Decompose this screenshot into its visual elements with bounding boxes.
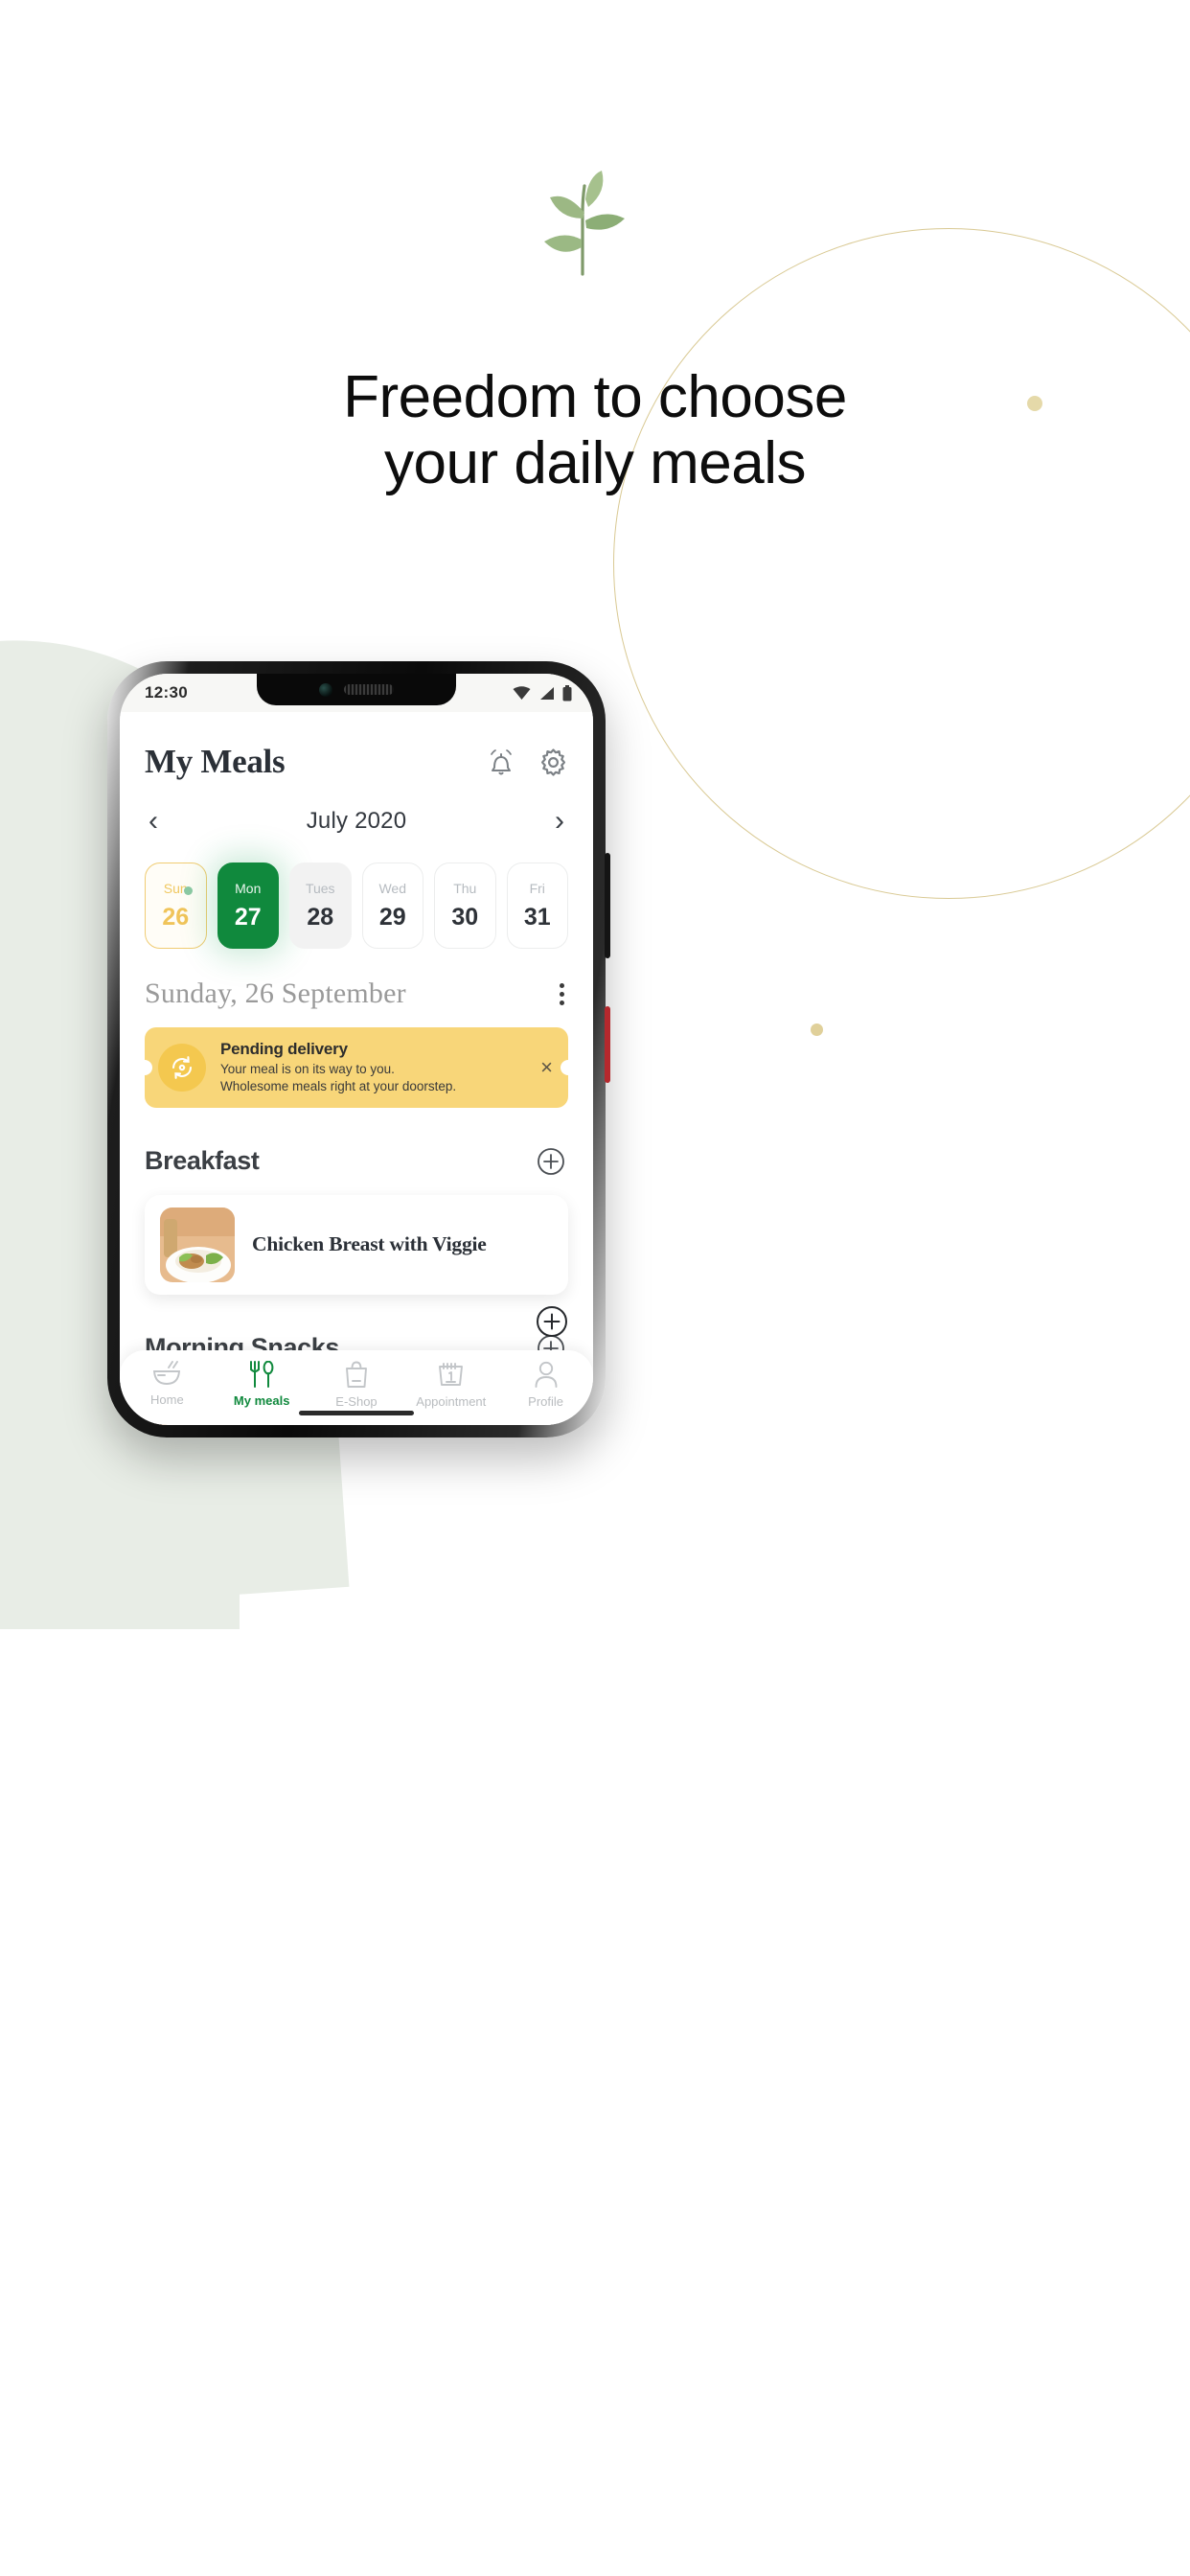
more-vertical-icon[interactable]	[560, 982, 564, 1005]
phone-notch	[257, 674, 456, 705]
day-name: Tues	[305, 880, 335, 896]
section-title: Breakfast	[145, 1146, 260, 1175]
headline-line-1: Freedom to choose	[343, 364, 847, 430]
gear-icon[interactable]	[538, 748, 568, 777]
nav-item-eshop[interactable]: E-Shop	[309, 1361, 404, 1409]
phone-mockup: 12:30 My Meals ‹ July 2020 › Sun 26 Mon …	[107, 661, 610, 1438]
home-indicator	[299, 1411, 414, 1415]
phone-volume-button	[605, 1006, 610, 1083]
nav-item-profile[interactable]: Profile	[498, 1361, 593, 1409]
day-number: 26	[162, 903, 190, 931]
headline-line-2: your daily meals	[384, 430, 806, 497]
app-title: My Meals	[145, 743, 286, 780]
day-name: Mon	[235, 880, 262, 896]
cutlery-icon	[250, 1361, 274, 1388]
earpiece-speaker-icon	[344, 684, 394, 695]
day-name: Sun	[163, 880, 188, 896]
day-number: 29	[378, 903, 406, 931]
nav-item-home[interactable]: Home	[120, 1361, 215, 1407]
day-number: 30	[451, 903, 479, 931]
nav-label: Profile	[528, 1394, 564, 1409]
day-chip-sun[interactable]: Sun 26	[145, 862, 207, 949]
add-meal-fab[interactable]	[536, 1305, 568, 1343]
banner-line-1: Your meal is on its way to you.	[220, 1062, 395, 1077]
meal-card-breakfast[interactable]: Chicken Breast with Viggie	[145, 1195, 568, 1295]
selected-date-row: Sunday, 26 September	[145, 978, 568, 1010]
leaf-sprig-logo	[538, 171, 627, 276]
selected-date-heading: Sunday, 26 September	[145, 978, 406, 1009]
chicken-breast-photo	[160, 1208, 235, 1282]
app-header: My Meals	[145, 743, 568, 781]
banner-text-group: Pending delivery Your meal is on its way…	[220, 1040, 533, 1095]
plus-circle-icon	[537, 1306, 567, 1337]
phone-power-button	[605, 853, 610, 958]
page-title: Freedom to choose your daily meals	[0, 364, 1190, 497]
notification-bell-icon[interactable]	[487, 747, 515, 777]
day-name: Wed	[378, 880, 407, 896]
front-camera-icon	[319, 682, 332, 697]
day-chip-mon[interactable]: Mon 27	[217, 862, 279, 949]
nav-label: E-Shop	[335, 1394, 378, 1409]
decorative-circle	[613, 228, 1190, 899]
meal-name: Chicken Breast with Viggie	[252, 1232, 487, 1256]
status-time: 12:30	[145, 683, 188, 702]
day-number: 28	[307, 903, 334, 931]
day-chip-wed[interactable]: Wed 29	[361, 862, 423, 949]
wifi-icon	[513, 685, 531, 700]
day-chip-fri[interactable]: Fri 31	[506, 862, 568, 949]
nav-item-appointment[interactable]: Appointment	[403, 1361, 498, 1409]
day-selector: Sun 26 Mon 27 Tues 28 Wed 29 Thu 30 Fri …	[145, 862, 568, 949]
prev-month-button[interactable]: ‹	[149, 807, 158, 836]
nav-item-my-meals[interactable]: My meals	[215, 1361, 309, 1408]
app-content: My Meals ‹ July 2020 › Sun 26 Mon 27 Tue…	[120, 712, 593, 1425]
pending-delivery-banner[interactable]: Pending delivery Your meal is on its way…	[145, 1027, 568, 1108]
month-navigation: ‹ July 2020 ›	[145, 807, 568, 836]
shopping-bag-icon	[346, 1361, 367, 1388]
day-number: 27	[234, 903, 262, 931]
nav-label: My meals	[233, 1393, 290, 1408]
signal-icon	[540, 686, 554, 700]
day-name: Fri	[529, 880, 545, 896]
next-month-button[interactable]: ›	[555, 807, 564, 836]
phone-screen: 12:30 My Meals ‹ July 2020 › Sun 26 Mon …	[120, 674, 593, 1425]
nav-label: Home	[150, 1392, 184, 1407]
plus-circle-icon[interactable]	[537, 1147, 565, 1176]
battery-icon	[562, 684, 572, 701]
day-chip-thu[interactable]: Thu 30	[434, 862, 496, 949]
day-name: Thu	[453, 880, 477, 896]
calendar-icon	[439, 1363, 464, 1386]
banner-line-2: Wholesome meals right at your doorstep.	[220, 1079, 457, 1093]
day-chip-tues[interactable]: Tues 28	[289, 862, 352, 949]
close-icon[interactable]: ×	[533, 1055, 553, 1080]
noodle-bowl-icon	[153, 1361, 181, 1385]
person-icon	[535, 1361, 558, 1388]
banner-title: Pending delivery	[220, 1040, 348, 1059]
month-label: July 2020	[306, 808, 407, 834]
header-icon-group	[487, 747, 568, 777]
decorative-dot-bottom	[811, 1024, 823, 1036]
status-icon-group	[513, 684, 572, 702]
nav-label: Appointment	[416, 1394, 487, 1409]
section-header-breakfast: Breakfast	[145, 1146, 568, 1176]
refresh-delivery-icon	[158, 1044, 206, 1092]
day-number: 31	[523, 903, 551, 931]
